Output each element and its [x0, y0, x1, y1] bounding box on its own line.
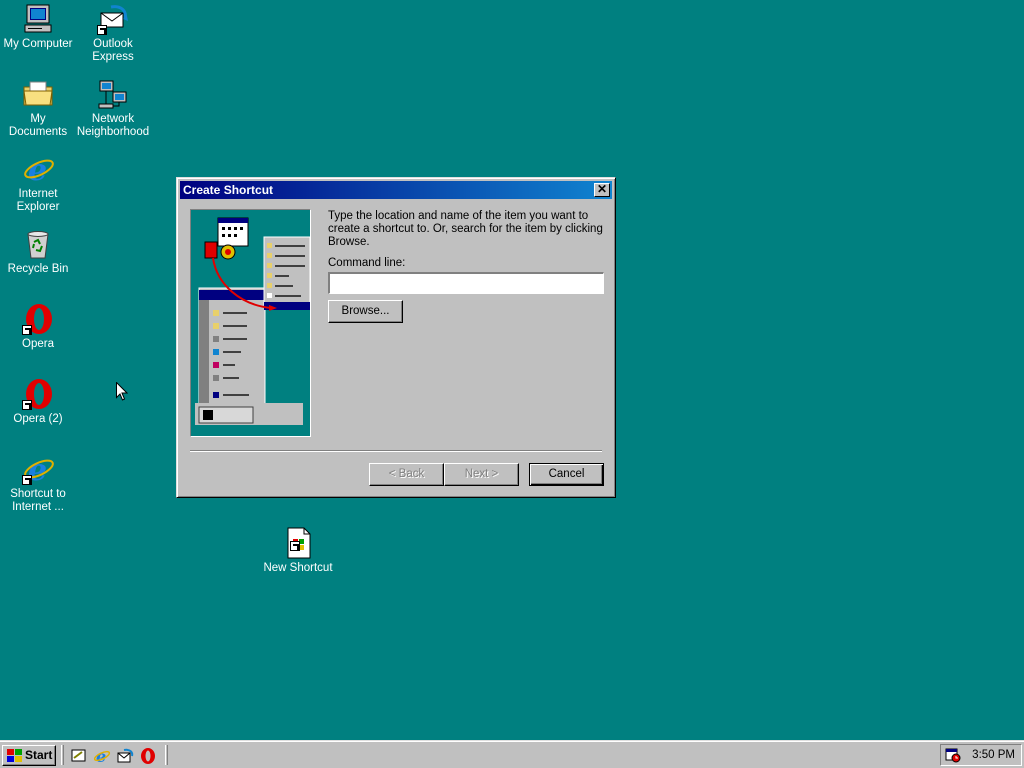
instructions-text: Type the location and name of the item y… — [328, 210, 603, 248]
dialog-separator — [190, 450, 602, 452]
close-icon: ✕ — [596, 182, 608, 196]
opera-icon[interactable] — [139, 747, 157, 765]
recycle-bin-icon — [22, 228, 54, 260]
taskbar-grip — [165, 745, 168, 765]
taskbar-grip — [61, 745, 64, 765]
next-button[interactable]: Next > — [444, 463, 519, 486]
desktop-icon-recycle-bin[interactable]: Recycle Bin — [0, 228, 76, 276]
desktop-icon-shortcut-to-internet[interactable]: e Shortcut to Internet ... — [0, 453, 76, 514]
create-shortcut-dialog: Create Shortcut ✕ Type the location and … — [176, 177, 616, 498]
desktop-icon-internet-explorer[interactable]: e Internet Explorer — [0, 153, 76, 214]
command-line-input[interactable] — [328, 272, 604, 294]
desktop-icon-network-neighborhood[interactable]: Network Neighborhood — [75, 78, 151, 139]
back-button[interactable]: < Back — [369, 463, 444, 486]
opera-icon — [22, 303, 54, 335]
show-desktop-icon[interactable] — [70, 747, 88, 765]
outlook-express-icon[interactable] — [116, 747, 134, 765]
dialog-title: Create Shortcut — [183, 183, 274, 197]
desktop-icon-new-shortcut[interactable]: New Shortcut — [258, 527, 338, 575]
internet-explorer-icon: e — [22, 453, 54, 488]
desktop-icon-outlook-express[interactable]: Outlook Express — [75, 3, 151, 64]
desktop-icon-label: Opera (2) — [13, 413, 63, 425]
internet-explorer-icon: e — [22, 153, 54, 188]
desktop-icon-my-documents[interactable]: My Documents — [0, 78, 76, 139]
shortcut-arrow-icon — [22, 325, 32, 335]
shortcut-arrow-icon — [22, 475, 32, 485]
scheduler-icon[interactable] — [945, 747, 961, 763]
folder-icon — [22, 78, 54, 110]
start-label: Start — [25, 748, 53, 762]
desktop-icon-opera[interactable]: Opera — [0, 303, 76, 351]
desktop-icon-label: Internet Explorer — [16, 188, 60, 213]
clock[interactable]: 3:50 PM — [972, 749, 1015, 761]
shortcut-arrow-icon — [97, 25, 107, 35]
network-icon — [97, 78, 129, 110]
desktop-icon-label: My Documents — [8, 113, 68, 138]
command-line-label: Command line: — [328, 257, 406, 269]
desktop-icon-label: New Shortcut — [263, 562, 333, 574]
internet-explorer-icon[interactable]: e — [93, 747, 111, 766]
wizard-illustration-graphic — [195, 217, 310, 425]
opera-icon — [22, 378, 54, 410]
system-tray: 3:50 PM — [940, 744, 1022, 766]
computer-icon — [22, 3, 54, 35]
desktop-icon-opera-2[interactable]: Opera (2) — [0, 378, 76, 426]
shortcut-arrow-icon — [22, 400, 32, 410]
desktop-icon-label: Recycle Bin — [7, 263, 69, 275]
taskbar: Start e 3:50 PM — [0, 740, 1024, 768]
dialog-titlebar[interactable]: Create Shortcut ✕ — [180, 181, 612, 199]
wizard-illustration — [190, 209, 311, 437]
outlook-express-icon — [97, 3, 129, 35]
desktop-icon-label: Shortcut to Internet ... — [10, 488, 66, 513]
desktop-icon-label: Network Neighborhood — [76, 113, 150, 138]
desktop-icon-label: Outlook Express — [92, 38, 134, 63]
close-button[interactable]: ✕ — [594, 183, 610, 197]
windows-logo-icon — [7, 749, 22, 762]
desktop-icon-label: Opera — [22, 338, 54, 350]
desktop-icon-label: My Computer — [3, 38, 73, 50]
mouse-cursor-icon — [116, 382, 128, 401]
svg-text:e: e — [28, 153, 47, 185]
start-button[interactable]: Start — [2, 745, 56, 766]
browse-button[interactable]: Browse... — [328, 300, 403, 323]
desktop-icon-my-computer[interactable]: My Computer — [0, 3, 76, 51]
cancel-button[interactable]: Cancel — [529, 463, 604, 486]
shortcut-arrow-icon — [290, 541, 300, 551]
shortcut-file-icon — [282, 527, 314, 559]
